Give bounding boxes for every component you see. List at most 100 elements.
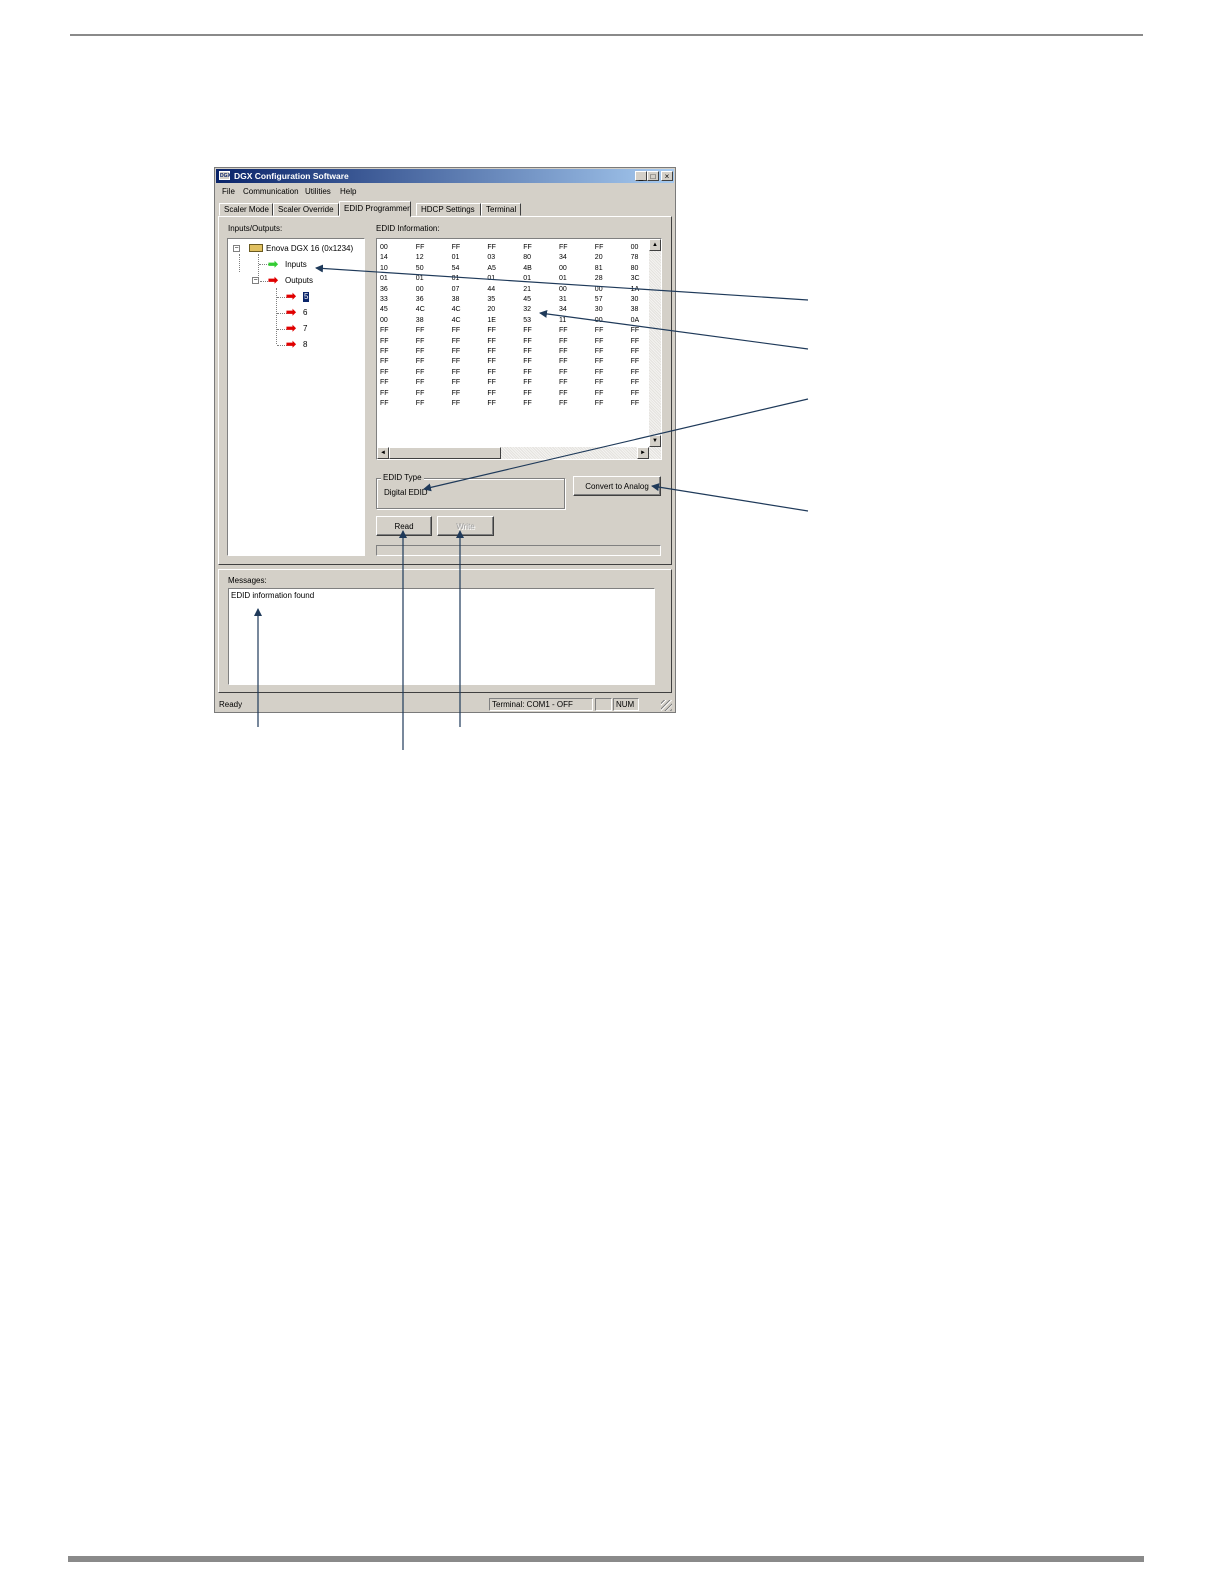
tree-output-item[interactable]: 5 [303, 292, 310, 302]
edid-byte[interactable]: FF [380, 399, 389, 409]
edid-byte[interactable]: FF [595, 389, 604, 399]
edid-byte[interactable]: 4B [523, 264, 532, 274]
edid-byte[interactable]: 00 [380, 243, 388, 253]
tree-output-item[interactable]: 7 [303, 324, 307, 334]
io-tree[interactable]: − Enova DGX 16 (0x1234) ➡ Inputs − ➡ Out… [227, 238, 365, 556]
edid-byte[interactable]: A5 [487, 264, 496, 274]
edid-byte[interactable]: FF [452, 399, 461, 409]
edid-byte[interactable]: FF [416, 368, 425, 378]
edid-byte[interactable]: FF [416, 389, 425, 399]
edid-byte[interactable]: 38 [631, 305, 639, 315]
edid-byte[interactable]: 50 [416, 264, 424, 274]
tree-output-item[interactable]: 6 [303, 308, 307, 318]
edid-byte[interactable]: FF [452, 347, 461, 357]
menu-utilities[interactable]: Utilities [305, 185, 331, 198]
edid-byte[interactable]: FF [559, 337, 568, 347]
edid-byte[interactable]: FF [631, 389, 640, 399]
edid-byte[interactable]: 10 [380, 264, 388, 274]
edid-byte[interactable]: 53 [523, 316, 531, 326]
edid-byte[interactable]: 12 [416, 253, 424, 263]
tree-output-item[interactable]: 8 [303, 340, 307, 350]
edid-byte[interactable]: FF [595, 347, 604, 357]
edid-byte[interactable]: FF [631, 337, 640, 347]
edid-byte[interactable]: 4C [416, 305, 425, 315]
scroll-right-icon[interactable]: ► [637, 447, 649, 459]
vertical-scrollbar[interactable]: ▲ ▼ [649, 239, 661, 447]
edid-byte[interactable]: 00 [595, 285, 603, 295]
edid-byte[interactable]: FF [523, 399, 532, 409]
edid-byte[interactable]: 54 [452, 264, 460, 274]
edid-byte[interactable]: FF [559, 368, 568, 378]
edid-hex-view[interactable]: 00 FF FF FF FF FF FF 00 14 12 01 03 80 34 20 78 10 50 54 A5… [376, 238, 662, 460]
maximize-icon[interactable]: □ [647, 171, 659, 181]
edid-byte[interactable]: FF [559, 378, 568, 388]
edid-byte[interactable]: 36 [380, 285, 388, 295]
edid-byte[interactable]: 00 [595, 316, 603, 326]
edid-byte[interactable]: 81 [595, 264, 603, 274]
edid-byte[interactable]: FF [523, 347, 532, 357]
edid-byte[interactable]: FF [487, 378, 496, 388]
edid-byte[interactable]: 01 [416, 274, 424, 284]
edid-byte[interactable]: FF [487, 347, 496, 357]
edid-byte[interactable]: 01 [559, 274, 567, 284]
scroll-left-icon[interactable]: ◄ [377, 447, 389, 459]
edid-byte[interactable]: FF [416, 337, 425, 347]
read-button[interactable]: Read [376, 516, 432, 536]
edid-byte[interactable]: FF [595, 378, 604, 388]
edid-byte[interactable]: 30 [631, 295, 639, 305]
tree-outputs[interactable]: Outputs [285, 276, 313, 286]
edid-byte[interactable]: FF [631, 378, 640, 388]
edid-byte[interactable]: 11 [559, 316, 566, 326]
edid-byte[interactable]: 00 [559, 264, 567, 274]
edid-byte[interactable]: 01 [487, 274, 495, 284]
edid-byte[interactable]: FF [487, 357, 496, 367]
edid-byte[interactable]: FF [452, 357, 461, 367]
edid-byte[interactable]: FF [416, 378, 425, 388]
edid-byte[interactable]: FF [523, 243, 532, 253]
edid-byte[interactable]: FF [523, 378, 532, 388]
edid-byte[interactable]: 00 [416, 285, 424, 295]
collapse-device-icon[interactable]: − [233, 245, 240, 252]
edid-byte[interactable]: 00 [631, 243, 639, 253]
edid-byte[interactable]: FF [523, 389, 532, 399]
edid-byte[interactable]: FF [595, 399, 604, 409]
edid-byte[interactable]: FF [595, 243, 604, 253]
edid-byte[interactable]: FF [559, 357, 568, 367]
tree-device[interactable]: Enova DGX 16 (0x1234) [266, 244, 353, 254]
edid-byte[interactable]: 33 [380, 295, 388, 305]
edid-byte[interactable]: FF [416, 357, 425, 367]
edid-byte[interactable]: 01 [452, 253, 460, 263]
tree-inputs[interactable]: Inputs [285, 260, 307, 270]
edid-byte[interactable]: FF [380, 326, 389, 336]
edid-byte[interactable]: 78 [631, 253, 639, 263]
edid-byte[interactable]: FF [416, 326, 425, 336]
edid-byte[interactable]: FF [487, 368, 496, 378]
edid-byte[interactable]: 01 [380, 274, 388, 284]
edid-byte[interactable]: 3C [631, 274, 640, 284]
edid-byte[interactable]: 21 [523, 285, 531, 295]
resize-grip-icon[interactable] [661, 700, 672, 711]
edid-byte[interactable]: 30 [595, 305, 603, 315]
write-button[interactable]: Write [437, 516, 494, 536]
scroll-up-icon[interactable]: ▲ [649, 239, 661, 251]
edid-byte[interactable]: FF [487, 337, 496, 347]
edid-byte[interactable]: FF [452, 389, 461, 399]
edid-byte[interactable]: 45 [523, 295, 531, 305]
edid-byte[interactable]: FF [631, 326, 640, 336]
edid-byte[interactable]: 36 [416, 295, 424, 305]
messages-box[interactable]: EDID information found [228, 588, 655, 685]
edid-byte[interactable]: 1E [487, 316, 496, 326]
edid-byte[interactable]: FF [559, 389, 568, 399]
scroll-down-icon[interactable]: ▼ [649, 435, 661, 447]
edid-byte[interactable]: 14 [380, 253, 388, 263]
edid-byte[interactable]: 0A [631, 316, 640, 326]
edid-byte[interactable]: FF [631, 357, 640, 367]
edid-byte[interactable]: FF [595, 337, 604, 347]
edid-byte[interactable]: FF [487, 399, 496, 409]
tab-edid-programmer[interactable]: EDID Programmer [339, 201, 411, 217]
edid-byte[interactable]: FF [452, 378, 461, 388]
edid-byte[interactable]: 34 [559, 305, 567, 315]
menu-communication[interactable]: Communication [243, 185, 299, 198]
edid-byte[interactable]: FF [487, 326, 496, 336]
tab-scaler-mode[interactable]: Scaler Mode [219, 203, 273, 216]
